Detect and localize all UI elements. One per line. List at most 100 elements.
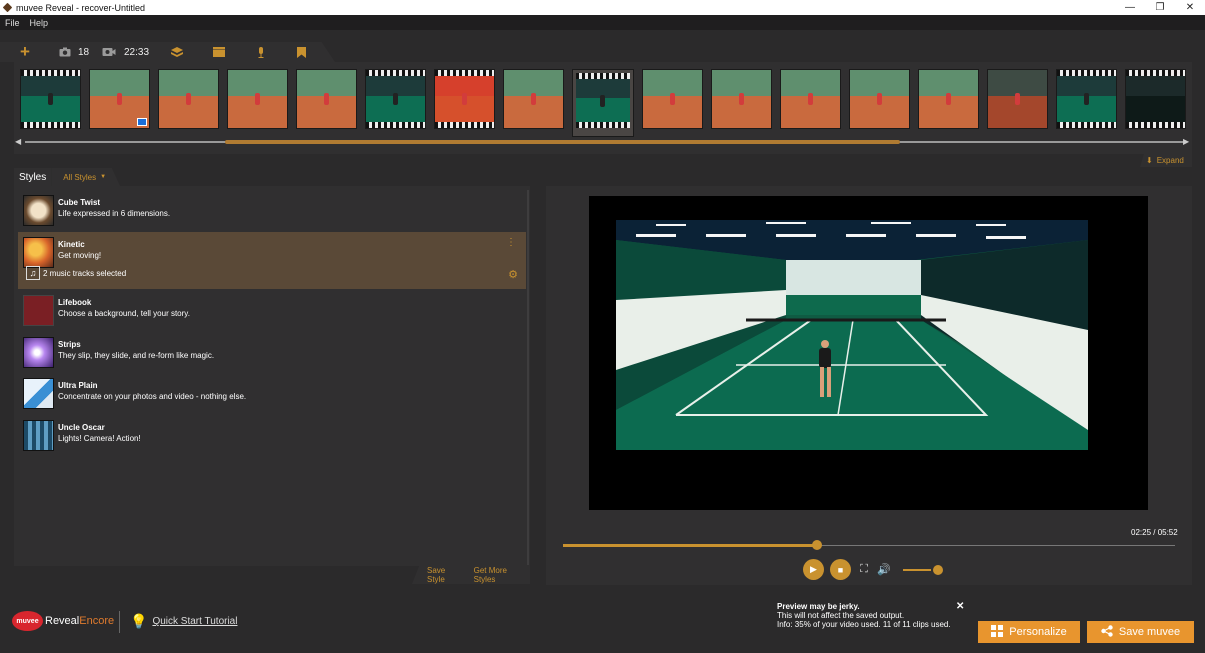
progress-knob[interactable] — [812, 540, 822, 550]
filmstrip-thumbnail[interactable] — [503, 69, 564, 129]
kinetic-thumbnail — [23, 237, 54, 268]
reveal-wordmark: Reveal — [45, 615, 80, 627]
volume-slider-knob[interactable] — [933, 564, 943, 575]
personalize-label: Personalize — [1009, 626, 1067, 638]
expand-button[interactable]: ⬇ Expand — [1140, 153, 1192, 167]
filmstrip-thumbnail[interactable] — [1056, 69, 1117, 129]
toolbar: + 18 22:33 — [14, 42, 312, 62]
menu-help[interactable]: Help — [25, 18, 54, 28]
style-name: Cube Twist — [58, 198, 101, 207]
menu-file[interactable]: File — [0, 18, 25, 28]
filmstrip-thumbnail[interactable] — [572, 69, 634, 137]
divider — [119, 611, 120, 633]
style-description: Life expressed in 6 dimensions. — [58, 209, 171, 218]
filmstrip — [20, 69, 1186, 137]
volume-slider-track[interactable] — [903, 568, 931, 571]
filmstrip-thumbnail[interactable] — [1125, 69, 1186, 129]
filmstrip-thumbnail[interactable] — [20, 69, 81, 129]
personalize-icon — [991, 624, 1004, 640]
style-description: Choose a background, tell your story. — [58, 309, 190, 318]
filmstrip-thumbnail[interactable] — [918, 69, 979, 129]
microphone-icon[interactable] — [250, 43, 272, 61]
style-item-uncle-oscar[interactable]: Uncle Oscar Lights! Camera! Action! — [18, 415, 526, 455]
filmstrip-thumbnail[interactable] — [296, 69, 357, 129]
filmstrip-thumbnail[interactable] — [227, 69, 288, 129]
save-style-link[interactable]: Save Style — [427, 566, 465, 584]
style-name: Lifebook — [58, 298, 92, 307]
filmstrip-thumbnail[interactable] — [849, 69, 910, 129]
window-title: muvee Reveal - recover-Untitled — [16, 2, 146, 13]
styles-tabs: Styles All Styles ▼ — [14, 168, 121, 186]
strips-thumbnail — [23, 337, 54, 368]
more-options-icon[interactable]: ⋮ — [506, 237, 516, 248]
video-preview-image[interactable] — [616, 220, 1088, 450]
filmstrip-thumbnail[interactable] — [89, 69, 150, 129]
lifebook-thumbnail — [23, 295, 54, 326]
close-notice-icon[interactable]: ✕ — [956, 601, 964, 612]
style-item-kinetic[interactable]: Kinetic Get moving! ♫ 2 music tracks sel… — [18, 232, 526, 289]
bookmark-icon[interactable] — [290, 43, 312, 61]
personalize-button[interactable]: Personalize — [978, 621, 1080, 643]
quick-start-tutorial-link[interactable]: Quick Start Tutorial — [152, 616, 237, 627]
notice-title: Preview may be jerky. — [777, 602, 860, 611]
style-item-lifebook[interactable]: Lifebook Choose a background, tell your … — [18, 290, 526, 330]
filmstrip-thumbnail[interactable] — [642, 69, 703, 129]
styles-scrollbar[interactable] — [527, 190, 529, 565]
save-muvee-button[interactable]: Save muvee — [1087, 621, 1194, 643]
scroll-left-arrow-icon[interactable]: ◀ — [15, 137, 21, 146]
quick-start-tutorial[interactable]: 💡 Quick Start Tutorial — [130, 613, 237, 630]
volume-icon[interactable]: 🔊 — [877, 563, 891, 576]
playback-controls: ▶ ■ ⛶ 🔊 — [803, 559, 943, 580]
filmstrip-scroll-thumb[interactable] — [225, 140, 900, 144]
stop-button[interactable]: ■ — [830, 559, 851, 580]
filmstrip-thumbnail[interactable] — [434, 69, 495, 129]
notice-line-1: This will not affect the saved output. — [777, 611, 905, 620]
fullscreen-icon[interactable]: ⛶ — [857, 563, 871, 576]
restore-button[interactable]: ❐ — [1145, 0, 1175, 15]
brand-logo: muvee Reveal Encore — [12, 611, 114, 631]
filmstrip-thumbnail[interactable] — [158, 69, 219, 129]
photo-count: 18 — [78, 46, 90, 58]
photo-icon[interactable] — [54, 43, 76, 61]
layers-icon[interactable] — [166, 43, 188, 61]
app-logo-icon — [2, 2, 13, 13]
style-description: Concentrate on your photos and video - n… — [58, 392, 247, 401]
share-icon — [1101, 624, 1113, 640]
filmstrip-thumbnail[interactable] — [711, 69, 772, 129]
gear-icon[interactable]: ⚙ — [508, 268, 518, 281]
tab-styles[interactable]: Styles — [14, 168, 52, 186]
expand-label: Expand — [1156, 155, 1184, 165]
preview-notice: Preview may be jerky. This will not affe… — [777, 602, 951, 629]
expand-icon: ⬇ — [1146, 155, 1153, 165]
style-item-strips[interactable]: Strips They slip, they slide, and re-for… — [18, 332, 526, 372]
add-media-icon[interactable]: + — [14, 42, 36, 61]
clapper-icon[interactable] — [208, 43, 230, 61]
notice-line-2: Info: 35% of your video used. 11 of 11 c… — [777, 620, 951, 629]
style-item-ultra-plain[interactable]: Ultra Plain Concentrate on your photos a… — [18, 373, 526, 413]
window-titlebar: muvee Reveal - recover-Untitled — ❐ ✕ — [0, 0, 1205, 15]
all-styles-dropdown[interactable]: All Styles ▼ — [51, 168, 121, 186]
scroll-right-arrow-icon[interactable]: ▶ — [1183, 137, 1189, 146]
get-more-styles-link[interactable]: Get More Styles — [474, 566, 530, 584]
styles-panel: Cube Twist Life expressed in 6 dimension… — [14, 186, 530, 566]
minimize-button[interactable]: — — [1115, 0, 1145, 15]
lightbulb-icon: 💡 — [130, 613, 148, 629]
filmstrip-thumbnail[interactable] — [365, 69, 426, 129]
chevron-down-icon: ▼ — [100, 174, 107, 180]
style-description: They slip, they slide, and re-form like … — [58, 351, 215, 360]
music-tracks-row[interactable]: ♫ 2 music tracks selected — [26, 266, 126, 280]
all-styles-label: All Styles — [63, 172, 97, 182]
timecode: 02:25 / 05:52 — [1131, 528, 1178, 537]
video-icon[interactable] — [98, 43, 120, 61]
play-button[interactable]: ▶ — [803, 559, 824, 580]
video-badge-icon — [137, 118, 147, 126]
muvee-logo: muvee — [12, 611, 43, 631]
ultra-plain-thumbnail — [23, 378, 54, 409]
uncle-oscar-thumbnail — [23, 420, 54, 451]
close-window-button[interactable]: ✕ — [1175, 0, 1205, 15]
filmstrip-thumbnail[interactable] — [780, 69, 841, 129]
style-name: Uncle Oscar — [58, 423, 105, 432]
filmstrip-thumbnail[interactable] — [987, 69, 1048, 129]
style-description: Lights! Camera! Action! — [58, 434, 141, 443]
style-item-cube-twist[interactable]: Cube Twist Life expressed in 6 dimension… — [18, 190, 526, 230]
